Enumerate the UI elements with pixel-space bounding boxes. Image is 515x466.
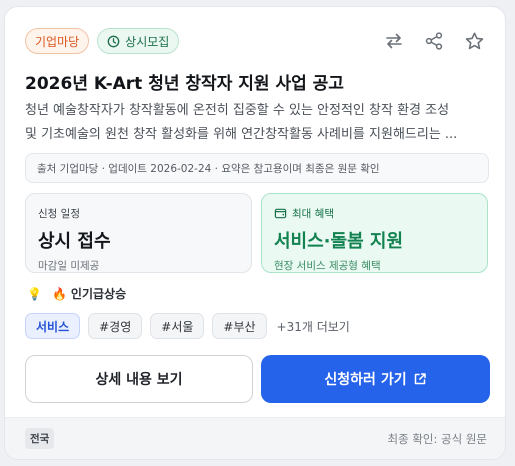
share-icon xyxy=(425,32,443,50)
card-header: 기업마당 상시모집 xyxy=(25,27,487,55)
benefit-label: 최대 혜택 xyxy=(292,208,334,220)
trend-label: 인기급상승 xyxy=(70,287,127,301)
card-actions xyxy=(381,28,487,54)
status-badge-label: 상시모집 xyxy=(125,34,170,49)
more-tags-link[interactable]: +31개 더보기 xyxy=(277,318,350,335)
schedule-sub: 마감일 미제공 xyxy=(38,260,100,272)
fire-icon: 🔥 xyxy=(51,286,67,301)
wallet-icon xyxy=(274,208,287,219)
tag-list: 서비스 #경영 #서울 #부산 +31개 더보기 xyxy=(25,313,350,339)
program-card: 기업마당 상시모집 2026년 K-Art 청년 창작자 지원 사업 공고 청년… xyxy=(4,6,506,460)
tag-chip[interactable]: #부산 xyxy=(212,313,267,339)
verification-note: 최종 확인: 공식 원문 xyxy=(387,431,487,446)
tag-chip[interactable]: #경영 xyxy=(88,313,143,339)
status-badge: 상시모집 xyxy=(97,28,180,54)
bookmark-button[interactable] xyxy=(461,28,487,54)
tag-chip[interactable]: 서비스 xyxy=(25,313,81,339)
schedule-box: 신청 일정 상시 접수 마감일 미제공 xyxy=(25,193,252,273)
source-meta: 출처 기업마당 · 업데이트 2026-02-24 · 요약은 참고용이며 최종… xyxy=(25,153,489,183)
benefit-sub: 현장 서비스 제공형 혜택 xyxy=(274,260,381,272)
benefit-label-row: 최대 혜택 xyxy=(274,206,475,221)
apply-button-label: 신청하러 가기 xyxy=(324,372,407,388)
schedule-label: 신청 일정 xyxy=(38,208,80,220)
trend-row: 💡 🔥 인기급상승 xyxy=(27,285,126,302)
swap-arrows-icon xyxy=(386,33,402,49)
view-details-button[interactable]: 상세 내용 보기 xyxy=(25,355,253,403)
program-description: 청년 예술창작자가 창작활동에 온전히 집중할 수 있는 안정적인 창작 환경 … xyxy=(25,99,487,147)
organization-badge: 기업마당 xyxy=(25,28,90,54)
clock-icon xyxy=(107,35,120,47)
description-line: 및 기초예술의 원천 창작 활성화를 위해 연간창작활동 사례비를 지원해드리는… xyxy=(25,127,458,142)
benefit-box: 최대 혜택 서비스·돌봄 지원 현장 서비스 제공형 혜택 xyxy=(261,193,488,273)
description-line: 청년 예술창작자가 창작활동에 온전히 집중할 수 있는 안정적인 창작 환경 … xyxy=(25,103,450,118)
card-footer: 전국 최종 확인: 공식 원문 xyxy=(5,417,505,459)
bulb-icon: 💡 xyxy=(27,286,42,301)
external-link-icon xyxy=(414,373,426,385)
tag-chip[interactable]: #서울 xyxy=(150,313,205,339)
star-icon xyxy=(465,32,483,49)
benefit-value: 서비스·돌봄 지원 xyxy=(274,231,404,252)
compare-button[interactable] xyxy=(381,28,407,54)
apply-button[interactable]: 신청하러 가기 xyxy=(261,355,490,403)
region-badge: 전국 xyxy=(25,428,55,449)
program-title: 2026년 K-Art 청년 창작자 지원 사업 공고 xyxy=(25,74,344,94)
schedule-value: 상시 접수 xyxy=(38,231,111,252)
share-button[interactable] xyxy=(421,28,447,54)
